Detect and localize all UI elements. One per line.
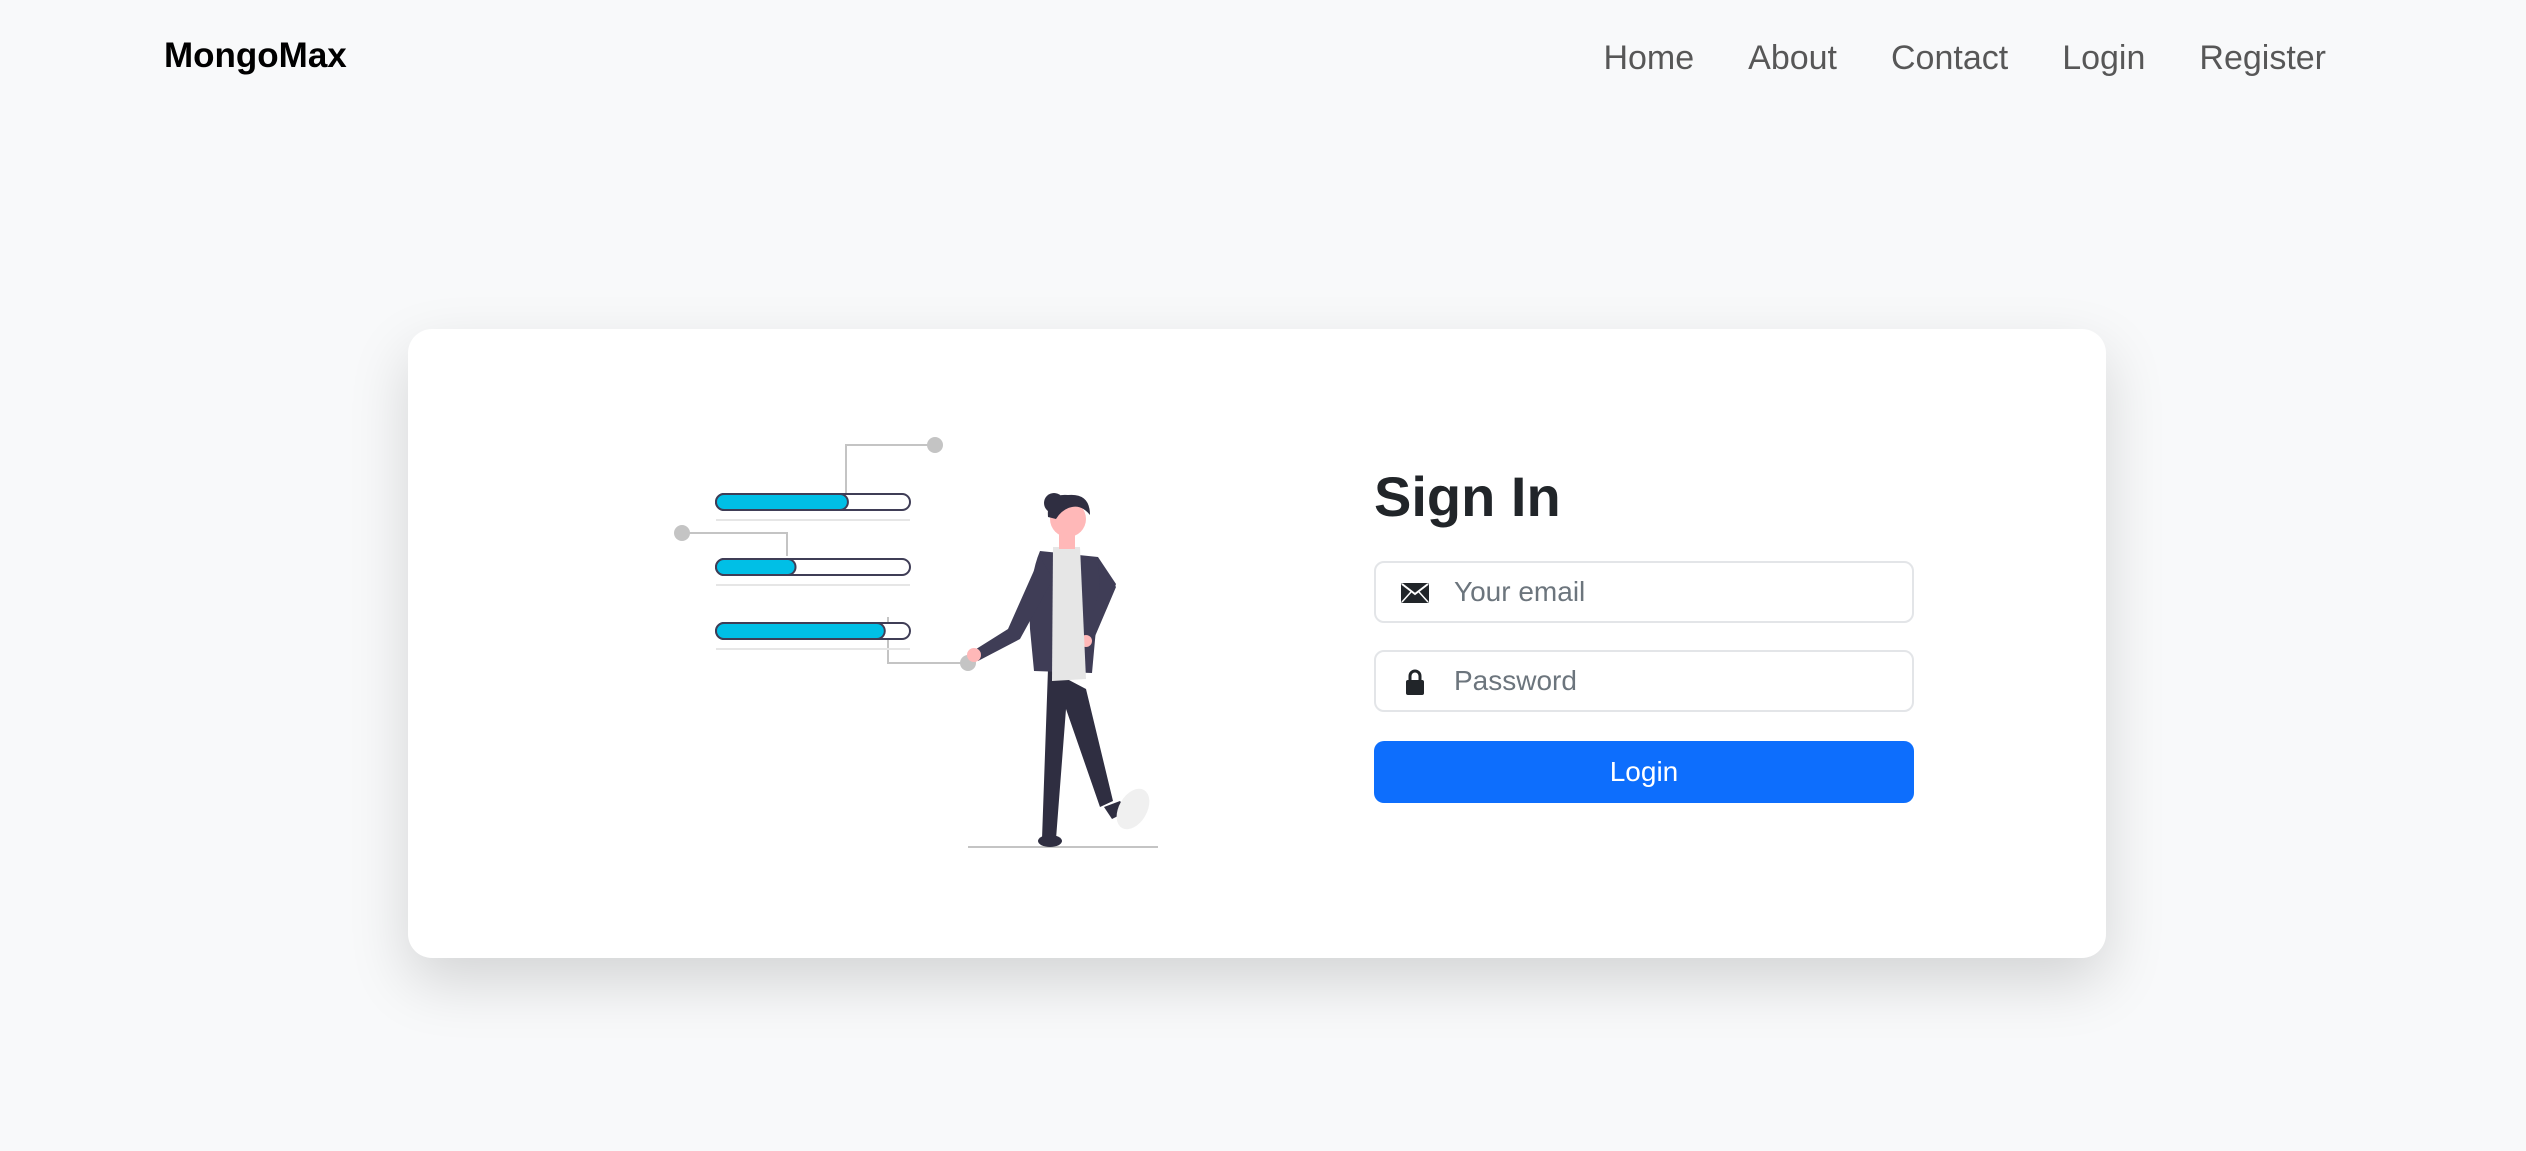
nav-link-register[interactable]: Register (2172, 36, 2326, 80)
progress-fill (715, 622, 886, 640)
signin-illustration (674, 437, 1158, 848)
progress-fill (715, 558, 797, 576)
nav-link-login[interactable]: Login (2035, 36, 2172, 80)
navbar: MongoMax Home About Contact Login Regist… (0, 0, 2526, 116)
signin-form: Sign In Login (1374, 469, 1914, 803)
nav-link-home[interactable]: Home (1576, 36, 1721, 80)
signin-card: Sign In Login (408, 329, 2106, 958)
progress-bars (715, 493, 911, 650)
connector-dot (674, 525, 690, 541)
signin-title: Sign In (1374, 465, 1561, 528)
brand-logo[interactable]: MongoMax (164, 36, 347, 76)
email-field (1374, 561, 1914, 623)
login-button[interactable]: Login (1374, 741, 1914, 803)
nav-links: Home About Contact Login Register (1576, 36, 2326, 80)
nav-link-about[interactable]: About (1721, 36, 1864, 80)
email-input[interactable] (1454, 563, 1894, 621)
envelope-icon (1400, 579, 1430, 607)
nav-link-contact[interactable]: Contact (1864, 36, 2035, 80)
connector-dot (927, 437, 943, 453)
password-input[interactable] (1454, 652, 1894, 710)
password-field (1374, 650, 1914, 712)
person-figure (967, 493, 1150, 847)
lock-icon (1400, 668, 1430, 696)
progress-fill (715, 493, 849, 511)
